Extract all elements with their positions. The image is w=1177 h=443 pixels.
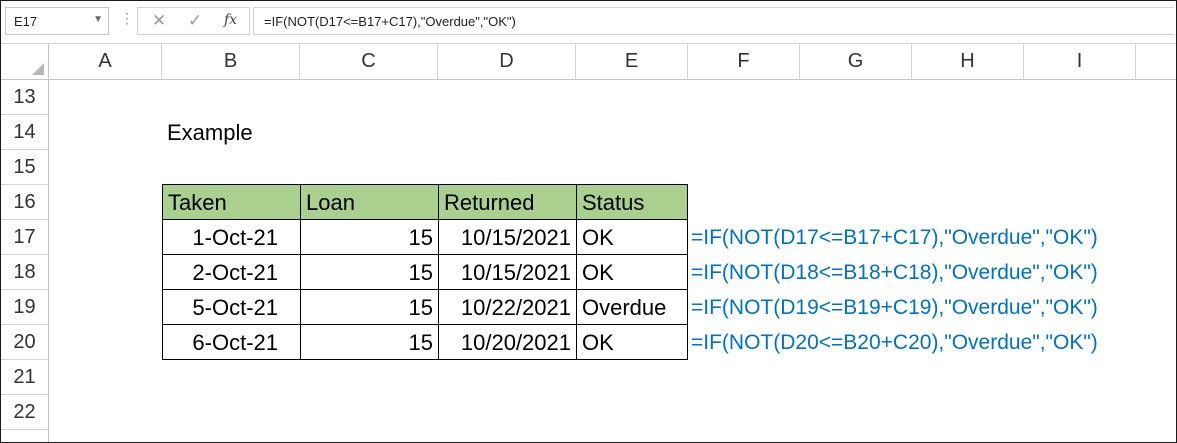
table-header-status[interactable]: Status bbox=[577, 185, 688, 220]
formula-text-row-19[interactable]: =IF(NOT(D19<=B19+C19),"Overdue","OK") bbox=[691, 290, 1098, 325]
column-header-c[interactable]: C bbox=[300, 44, 438, 79]
row-header-18[interactable]: 18 bbox=[1, 255, 48, 290]
formula-text: =IF(NOT(D17<=B17+C17),"Overdue","OK") bbox=[264, 14, 516, 29]
table-cell-returned[interactable]: 10/22/2021 bbox=[439, 290, 577, 325]
close-icon[interactable]: ✕ bbox=[152, 11, 166, 31]
table-cell-taken[interactable]: 2-Oct-21 bbox=[163, 255, 301, 290]
table-cell-taken[interactable]: 5-Oct-21 bbox=[163, 290, 301, 325]
select-all-icon bbox=[32, 63, 44, 75]
table-header-taken[interactable]: Taken bbox=[163, 185, 301, 220]
name-box-value: E17 bbox=[14, 14, 38, 29]
table-cell-status[interactable]: OK bbox=[577, 220, 688, 255]
row-header-16[interactable]: 16 bbox=[1, 185, 48, 220]
row-header-19[interactable]: 19 bbox=[1, 290, 48, 325]
table-cell-returned[interactable]: 10/20/2021 bbox=[439, 325, 577, 360]
more-vertical-icon: ⋮ bbox=[120, 10, 134, 26]
table-cell-loan[interactable]: 15 bbox=[301, 290, 439, 325]
row-header-13[interactable]: 13 bbox=[1, 80, 48, 115]
name-box[interactable]: E17 ▼ bbox=[5, 7, 109, 35]
row-header-21[interactable]: 21 bbox=[1, 360, 48, 395]
column-header-d[interactable]: D bbox=[438, 44, 576, 79]
table-header-loan[interactable]: Loan bbox=[301, 185, 439, 220]
spreadsheet-window: E17 ▼ ⋮ ✕ ✓ fx =IF(NOT(D17<=B17+C17),"Ov… bbox=[0, 0, 1177, 443]
column-header-i[interactable]: I bbox=[1024, 44, 1136, 79]
formula-text-row-18[interactable]: =IF(NOT(D18<=B18+C18),"Overdue","OK") bbox=[691, 255, 1098, 290]
column-header-e[interactable]: E bbox=[576, 44, 688, 79]
data-table: Taken Loan Returned Status 1-Oct-21 15 1… bbox=[162, 184, 688, 360]
column-header-f[interactable]: F bbox=[688, 44, 800, 79]
table-cell-status[interactable]: OK bbox=[577, 255, 688, 290]
formula-bar: E17 ▼ ⋮ ✕ ✓ fx =IF(NOT(D17<=B17+C17),"Ov… bbox=[1, 1, 1176, 44]
row-header-20[interactable]: 20 bbox=[1, 325, 48, 360]
table-cell-status[interactable]: Overdue bbox=[577, 290, 688, 325]
table-cell-status[interactable]: OK bbox=[577, 325, 688, 360]
table-cell-loan[interactable]: 15 bbox=[301, 220, 439, 255]
column-header-g[interactable]: G bbox=[800, 44, 912, 79]
row-header-15[interactable]: 15 bbox=[1, 150, 48, 185]
function-icon[interactable]: fx bbox=[224, 12, 237, 28]
table-header-returned[interactable]: Returned bbox=[439, 185, 577, 220]
row-header-22[interactable]: 22 bbox=[1, 395, 48, 430]
formula-input[interactable]: =IF(NOT(D17<=B17+C17),"Overdue","OK") bbox=[253, 7, 1174, 35]
table-cell-returned[interactable]: 10/15/2021 bbox=[439, 220, 577, 255]
table-cell-loan[interactable]: 15 bbox=[301, 255, 439, 290]
select-all-button[interactable] bbox=[1, 44, 49, 79]
row-header-bar: 13 14 15 16 17 18 19 20 21 22 bbox=[1, 80, 49, 442]
table-cell-returned[interactable]: 10/15/2021 bbox=[439, 255, 577, 290]
formula-buttons: ✕ ✓ fx bbox=[137, 7, 250, 35]
row-header-14[interactable]: 14 bbox=[1, 115, 48, 150]
check-icon[interactable]: ✓ bbox=[188, 11, 202, 31]
table-cell-loan[interactable]: 15 bbox=[301, 325, 439, 360]
table-cell-taken[interactable]: 6-Oct-21 bbox=[163, 325, 301, 360]
chevron-down-icon[interactable]: ▼ bbox=[93, 14, 103, 25]
formula-text-row-20[interactable]: =IF(NOT(D20<=B20+C20),"Overdue","OK") bbox=[691, 325, 1098, 360]
formula-text-row-17[interactable]: =IF(NOT(D17<=B17+C17),"Overdue","OK") bbox=[691, 220, 1098, 255]
table-cell-taken[interactable]: 1-Oct-21 bbox=[163, 220, 301, 255]
row-header-17[interactable]: 17 bbox=[1, 220, 48, 255]
column-header-bar: A B C D E F G H I bbox=[1, 44, 1176, 80]
column-header-a[interactable]: A bbox=[49, 44, 162, 79]
column-header-h[interactable]: H bbox=[912, 44, 1024, 79]
cell-title[interactable]: Example bbox=[167, 115, 253, 150]
column-header-b[interactable]: B bbox=[162, 44, 300, 79]
